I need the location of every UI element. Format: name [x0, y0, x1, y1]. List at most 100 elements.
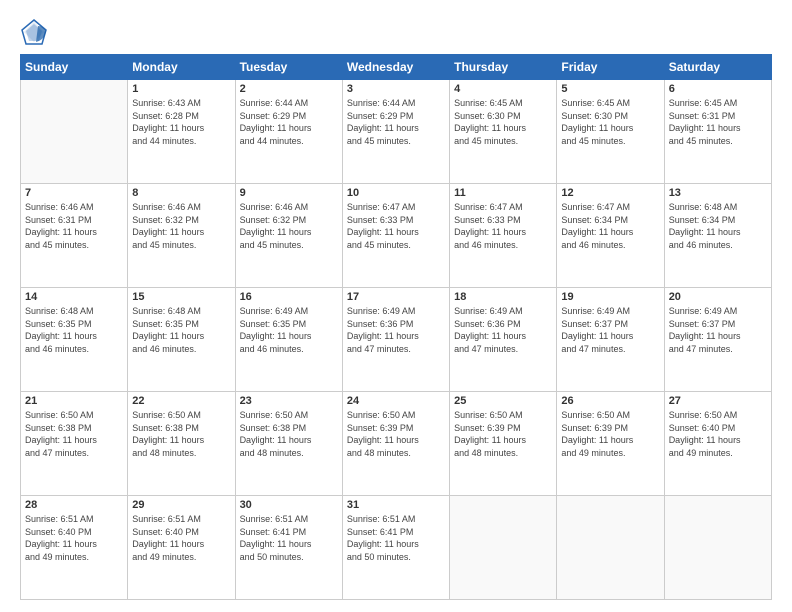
calendar-cell: 22Sunrise: 6:50 AM Sunset: 6:38 PM Dayli…: [128, 392, 235, 496]
day-number: 8: [132, 187, 230, 199]
calendar-cell: 10 Sunrise: 6:47 AM Sunset: 6:33 PM Dayli…: [342, 184, 449, 288]
page: SundayMondayTuesdayWednesdayThursdayFrid…: [0, 0, 792, 612]
calendar-cell: 21 Sunrise: 6:50 AM Sunset: 6:38 PM Dayli…: [21, 392, 128, 496]
day-number: 20: [669, 291, 767, 303]
col-header-friday: Friday: [557, 55, 664, 80]
logo: [20, 18, 52, 46]
calendar-cell: 13Sunrise: 6:48 AM Sunset: 6:34 PM Dayli…: [664, 184, 771, 288]
col-header-wednesday: Wednesday: [342, 55, 449, 80]
calendar-cell: 23Sunrise: 6:50 AM Sunset: 6:38 PM Dayli…: [235, 392, 342, 496]
day-number: 17: [347, 291, 445, 303]
day-number: 16: [240, 291, 338, 303]
calendar-cell: 24 Sunrise: 6:50 AM Sunset: 6:39 PM Dayli…: [342, 392, 449, 496]
cell-content: Sunrise: 6:48 AM Sunset: 6:35 PM Dayligh…: [25, 305, 123, 355]
cell-content: Sunrise: 6:44 AM Sunset: 6:29 PM Dayligh…: [240, 97, 338, 147]
day-number: 24: [347, 395, 445, 407]
day-number: 11: [454, 187, 552, 199]
cell-content: Sunrise: 6:50 AM Sunset: 6:39 PM Dayligh…: [561, 409, 659, 459]
calendar-cell: [557, 496, 664, 600]
day-number: 22: [132, 395, 230, 407]
calendar-cell: [450, 496, 557, 600]
calendar-cell: 26 Sunrise: 6:50 AM Sunset: 6:39 PM Dayli…: [557, 392, 664, 496]
day-number: 9: [240, 187, 338, 199]
calendar-cell: 3 Sunrise: 6:44 AM Sunset: 6:29 PM Daylig…: [342, 80, 449, 184]
day-number: 15: [132, 291, 230, 303]
header-row: SundayMondayTuesdayWednesdayThursdayFrid…: [21, 55, 772, 80]
day-number: 6: [669, 83, 767, 95]
calendar-cell: 6 Sunrise: 6:45 AM Sunset: 6:31 PM Daylig…: [664, 80, 771, 184]
day-number: 2: [240, 83, 338, 95]
day-number: 3: [347, 83, 445, 95]
calendar-cell: 9 Sunrise: 6:46 AM Sunset: 6:32 PM Daylig…: [235, 184, 342, 288]
calendar-cell: 2 Sunrise: 6:44 AM Sunset: 6:29 PM Daylig…: [235, 80, 342, 184]
calendar-cell: 8Sunrise: 6:46 AM Sunset: 6:32 PM Daylig…: [128, 184, 235, 288]
header: [20, 18, 772, 46]
day-number: 29: [132, 499, 230, 511]
cell-content: Sunrise: 6:51 AM Sunset: 6:41 PM Dayligh…: [240, 513, 338, 563]
cell-content: Sunrise: 6:46 AM Sunset: 6:31 PM Dayligh…: [25, 201, 123, 251]
calendar-cell: 16 Sunrise: 6:49 AM Sunset: 6:35 PM Dayli…: [235, 288, 342, 392]
day-number: 23: [240, 395, 338, 407]
cell-content: Sunrise: 6:49 AM Sunset: 6:36 PM Dayligh…: [347, 305, 445, 355]
cell-content: Sunrise: 6:45 AM Sunset: 6:30 PM Dayligh…: [561, 97, 659, 147]
day-number: 12: [561, 187, 659, 199]
day-number: 4: [454, 83, 552, 95]
calendar-table: SundayMondayTuesdayWednesdayThursdayFrid…: [20, 54, 772, 600]
cell-content: Sunrise: 6:50 AM Sunset: 6:39 PM Dayligh…: [347, 409, 445, 459]
cell-content: Sunrise: 6:47 AM Sunset: 6:33 PM Dayligh…: [347, 201, 445, 251]
cell-content: Sunrise: 6:48 AM Sunset: 6:35 PM Dayligh…: [132, 305, 230, 355]
calendar-cell: 27Sunrise: 6:50 AM Sunset: 6:40 PM Dayli…: [664, 392, 771, 496]
cell-content: Sunrise: 6:45 AM Sunset: 6:30 PM Dayligh…: [454, 97, 552, 147]
calendar-cell: 18Sunrise: 6:49 AM Sunset: 6:36 PM Dayli…: [450, 288, 557, 392]
week-row-4: 21 Sunrise: 6:50 AM Sunset: 6:38 PM Dayli…: [21, 392, 772, 496]
calendar-cell: 19Sunrise: 6:49 AM Sunset: 6:37 PM Dayli…: [557, 288, 664, 392]
calendar-cell: [21, 80, 128, 184]
cell-content: Sunrise: 6:49 AM Sunset: 6:35 PM Dayligh…: [240, 305, 338, 355]
cell-content: Sunrise: 6:50 AM Sunset: 6:40 PM Dayligh…: [669, 409, 767, 459]
day-number: 26: [561, 395, 659, 407]
cell-content: Sunrise: 6:46 AM Sunset: 6:32 PM Dayligh…: [240, 201, 338, 251]
day-number: 31: [347, 499, 445, 511]
day-number: 28: [25, 499, 123, 511]
calendar-cell: 28 Sunrise: 6:51 AM Sunset: 6:40 PM Dayli…: [21, 496, 128, 600]
calendar-cell: 5 Sunrise: 6:45 AM Sunset: 6:30 PM Daylig…: [557, 80, 664, 184]
day-number: 10: [347, 187, 445, 199]
cell-content: Sunrise: 6:51 AM Sunset: 6:41 PM Dayligh…: [347, 513, 445, 563]
cell-content: Sunrise: 6:44 AM Sunset: 6:29 PM Dayligh…: [347, 97, 445, 147]
col-header-monday: Monday: [128, 55, 235, 80]
calendar-cell: 11 Sunrise: 6:47 AM Sunset: 6:33 PM Dayli…: [450, 184, 557, 288]
day-number: 5: [561, 83, 659, 95]
calendar-cell: 1Sunrise: 6:43 AM Sunset: 6:28 PM Daylig…: [128, 80, 235, 184]
day-number: 14: [25, 291, 123, 303]
cell-content: Sunrise: 6:50 AM Sunset: 6:39 PM Dayligh…: [454, 409, 552, 459]
col-header-thursday: Thursday: [450, 55, 557, 80]
calendar-cell: 31 Sunrise: 6:51 AM Sunset: 6:41 PM Dayli…: [342, 496, 449, 600]
cell-content: Sunrise: 6:51 AM Sunset: 6:40 PM Dayligh…: [132, 513, 230, 563]
week-row-1: 1Sunrise: 6:43 AM Sunset: 6:28 PM Daylig…: [21, 80, 772, 184]
cell-content: Sunrise: 6:47 AM Sunset: 6:33 PM Dayligh…: [454, 201, 552, 251]
calendar-cell: [664, 496, 771, 600]
calendar-cell: 30Sunrise: 6:51 AM Sunset: 6:41 PM Dayli…: [235, 496, 342, 600]
day-number: 21: [25, 395, 123, 407]
col-header-saturday: Saturday: [664, 55, 771, 80]
cell-content: Sunrise: 6:51 AM Sunset: 6:40 PM Dayligh…: [25, 513, 123, 563]
cell-content: Sunrise: 6:49 AM Sunset: 6:37 PM Dayligh…: [561, 305, 659, 355]
calendar-cell: 17 Sunrise: 6:49 AM Sunset: 6:36 PM Dayli…: [342, 288, 449, 392]
day-number: 13: [669, 187, 767, 199]
cell-content: Sunrise: 6:47 AM Sunset: 6:34 PM Dayligh…: [561, 201, 659, 251]
calendar-cell: 25 Sunrise: 6:50 AM Sunset: 6:39 PM Dayli…: [450, 392, 557, 496]
calendar-cell: 15 Sunrise: 6:48 AM Sunset: 6:35 PM Dayli…: [128, 288, 235, 392]
col-header-sunday: Sunday: [21, 55, 128, 80]
cell-content: Sunrise: 6:43 AM Sunset: 6:28 PM Dayligh…: [132, 97, 230, 147]
day-number: 7: [25, 187, 123, 199]
calendar-cell: 20Sunrise: 6:49 AM Sunset: 6:37 PM Dayli…: [664, 288, 771, 392]
week-row-3: 14 Sunrise: 6:48 AM Sunset: 6:35 PM Dayli…: [21, 288, 772, 392]
col-header-tuesday: Tuesday: [235, 55, 342, 80]
day-number: 25: [454, 395, 552, 407]
calendar-cell: 12 Sunrise: 6:47 AM Sunset: 6:34 PM Dayli…: [557, 184, 664, 288]
calendar-cell: 4 Sunrise: 6:45 AM Sunset: 6:30 PM Daylig…: [450, 80, 557, 184]
cell-content: Sunrise: 6:49 AM Sunset: 6:36 PM Dayligh…: [454, 305, 552, 355]
cell-content: Sunrise: 6:45 AM Sunset: 6:31 PM Dayligh…: [669, 97, 767, 147]
calendar-cell: 7 Sunrise: 6:46 AM Sunset: 6:31 PM Daylig…: [21, 184, 128, 288]
cell-content: Sunrise: 6:50 AM Sunset: 6:38 PM Dayligh…: [25, 409, 123, 459]
